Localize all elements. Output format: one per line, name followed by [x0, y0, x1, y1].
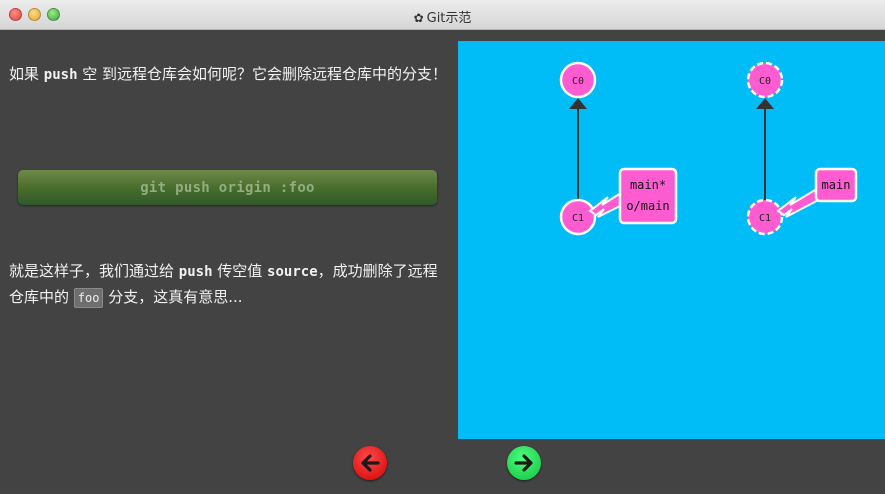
arrow-left-icon [361, 454, 380, 472]
remote-commit-label-c0: C0 [759, 76, 771, 87]
remote-repo-graph: C0 C1 main [746, 61, 858, 236]
explanation-panel: 如果 push 空 到远程仓库会如何呢？它会删除远程仓库中的分支！ git pu… [0, 30, 456, 440]
command-bar[interactable]: git push origin :foo [18, 170, 437, 205]
commit-label-c1: C1 [572, 213, 584, 224]
window-title: ✿ Git示范 [413, 11, 472, 26]
foo-branch-code: foo [73, 288, 104, 308]
branch-label-main-star: main* [630, 178, 666, 192]
forward-button[interactable] [507, 446, 541, 480]
result-paragraph: 就是这样子，我们通过给 push 传空值 source，成功删除了远程仓库中的 … [9, 262, 438, 308]
intro-paragraph: 如果 push 空 到远程仓库会如何呢？它会删除远程仓库中的分支！ [9, 65, 448, 83]
branch-label-o-main: o/main [626, 199, 669, 213]
arrow-right-icon [514, 454, 533, 472]
gear-icon: ✿ [413, 11, 424, 25]
command-text: git push origin :foo [140, 179, 315, 196]
edge-arrowhead [569, 98, 587, 109]
edge-arrowhead [756, 98, 774, 109]
window-titlebar: ✿ Git示范 [0, 0, 885, 30]
remote-commit-label-c1: C1 [759, 213, 771, 224]
remote-branch-label-main: main [822, 178, 851, 192]
back-button[interactable] [353, 446, 387, 480]
source-keyword: source [267, 264, 318, 280]
local-repo-graph: C0 C1 main* o/main [559, 61, 678, 236]
push-keyword: push [178, 264, 213, 280]
git-graph: C0 C1 main* o/main C0 C1 main [559, 61, 858, 236]
git-visualization-canvas: C0 C1 main* o/main C0 C1 main [458, 41, 885, 439]
commit-label-c0: C0 [572, 76, 584, 87]
push-keyword: push [43, 67, 78, 83]
